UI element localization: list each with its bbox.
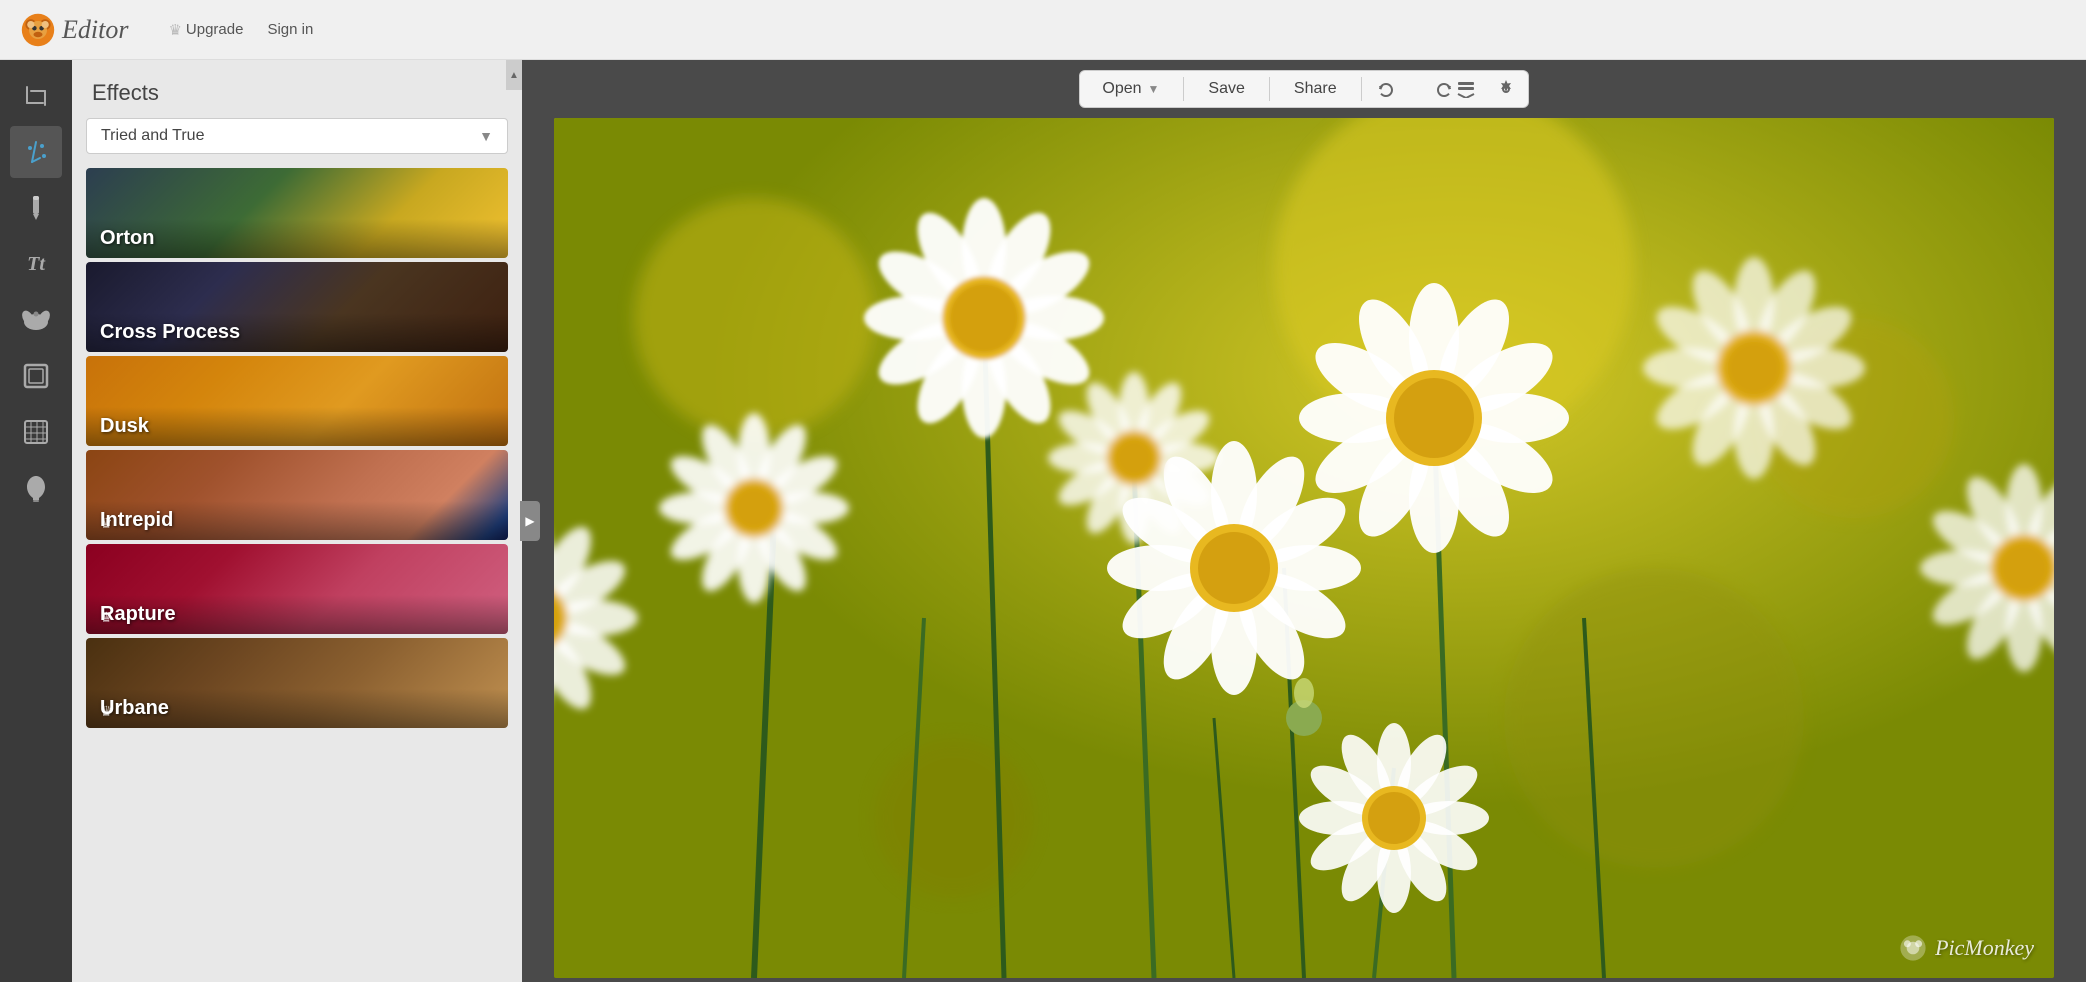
effect-label: Orton: [100, 227, 494, 250]
undo-button[interactable]: [1368, 71, 1404, 107]
left-toolbar: Tt: [0, 60, 72, 982]
redo-button[interactable]: [1408, 71, 1444, 107]
toolbar-divider: [1361, 77, 1362, 101]
top-nav: ♛ Upgrade Sign in: [168, 21, 313, 39]
effect-label: Rapture: [100, 603, 494, 626]
crown-icon: ♛: [168, 21, 181, 39]
canvas-area: Open ▼ Save Share: [522, 60, 2086, 982]
premium-icon: ♛: [100, 609, 113, 626]
text-tool[interactable]: Tt: [10, 238, 62, 290]
signin-button[interactable]: Sign in: [267, 21, 313, 38]
top-bar: Editor ♛ Upgrade Sign in: [0, 0, 2086, 60]
dropdown-value: Tried and True: [101, 127, 204, 145]
open-dropdown-icon: ▼: [1148, 82, 1160, 96]
panel-content: Tried and True ▼ Orton Cross Process Dus…: [72, 118, 522, 982]
themes-tool[interactable]: [10, 462, 62, 514]
flower-svg: [554, 118, 2054, 978]
effect-label: Urbane: [100, 697, 494, 720]
panel-expand-arrow[interactable]: ▶: [520, 501, 540, 541]
crop-tool[interactable]: [10, 70, 62, 122]
textures-tool[interactable]: [10, 406, 62, 458]
effect-item-intrepid[interactable]: Intrepid ♛: [86, 450, 508, 540]
panel-header: Effects: [72, 60, 522, 118]
canvas-toolbar-inner: Open ▼ Save Share: [1079, 70, 1528, 108]
side-panel: ▲ Effects Tried and True ▼ Orton Cross P…: [72, 60, 522, 982]
image-container: PicMonkey: [522, 118, 2086, 982]
premium-icon: ♛: [100, 515, 113, 532]
touch-up-tool[interactable]: [10, 126, 62, 178]
upgrade-button[interactable]: ♛ Upgrade: [168, 21, 243, 39]
open-button[interactable]: Open ▼: [1084, 72, 1177, 106]
panel-title: Effects: [92, 80, 159, 106]
draw-tool[interactable]: [10, 182, 62, 234]
effect-item-crossprocess[interactable]: Cross Process: [86, 262, 508, 352]
effect-item-dusk[interactable]: Dusk: [86, 356, 508, 446]
canvas-image: PicMonkey: [554, 118, 2054, 978]
main-layout: Tt: [0, 60, 2086, 982]
picmonkey-watermark: PicMonkey: [1899, 934, 2034, 962]
logo-icon: [20, 12, 56, 48]
effect-label: Dusk: [100, 415, 494, 438]
effects-category-dropdown[interactable]: Tried and True ▼: [86, 118, 508, 154]
effect-label: Cross Process: [100, 321, 494, 344]
logo-area: Editor: [20, 12, 128, 48]
dropdown-arrow-icon: ▼: [479, 128, 493, 144]
share-button[interactable]: Share: [1276, 72, 1355, 106]
effect-item-urbane[interactable]: Urbane ♛: [86, 638, 508, 728]
save-button[interactable]: Save: [1190, 72, 1262, 106]
frames-tool[interactable]: [10, 350, 62, 402]
overlay-tool[interactable]: [10, 294, 62, 346]
toolbar-divider: [1183, 77, 1184, 101]
effect-item-orton[interactable]: Orton: [86, 168, 508, 258]
settings-button[interactable]: [1488, 71, 1524, 107]
app-title: Editor: [62, 15, 128, 45]
effect-label: Intrepid: [100, 509, 494, 532]
premium-icon: ♛: [100, 703, 113, 720]
effect-item-rapture[interactable]: Rapture ♛: [86, 544, 508, 634]
canvas-toolbar: Open ▼ Save Share: [522, 60, 2086, 118]
toolbar-divider: [1269, 77, 1270, 101]
scroll-top-button[interactable]: ▲: [506, 60, 522, 90]
